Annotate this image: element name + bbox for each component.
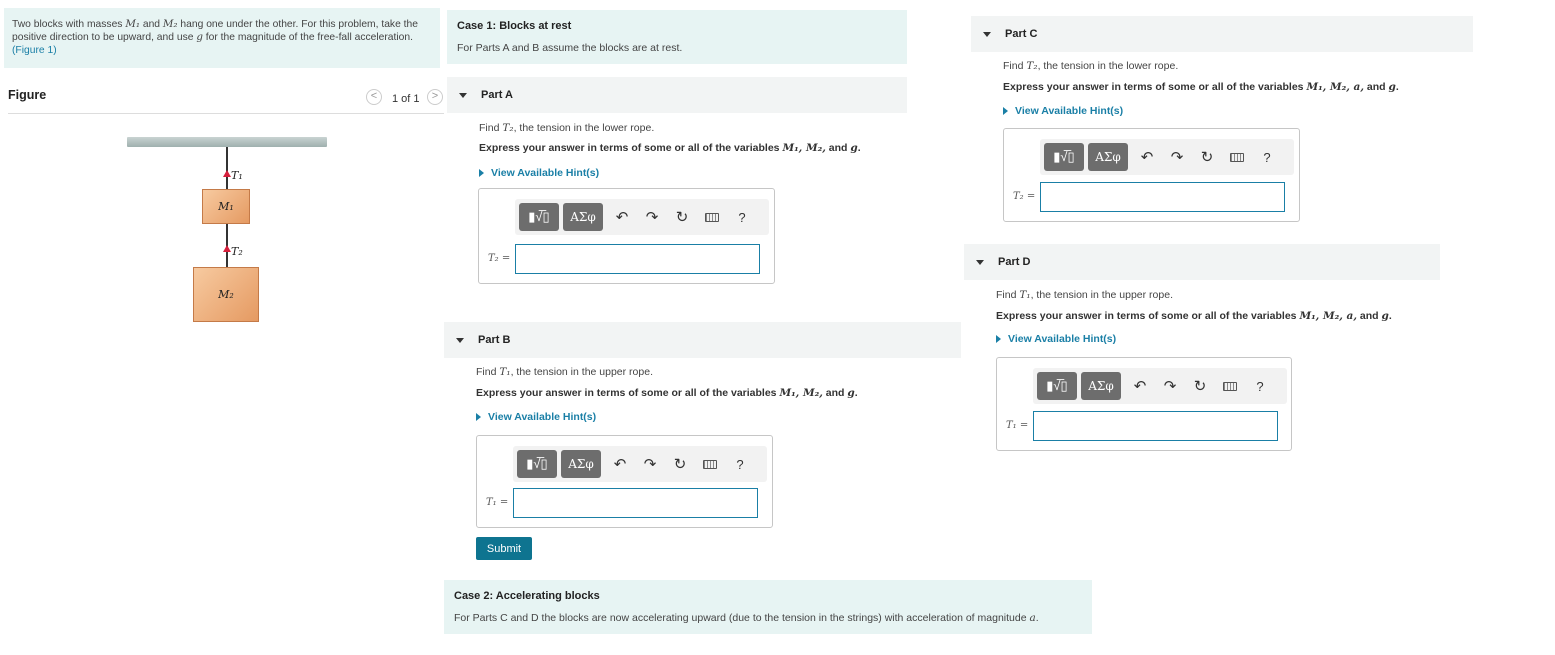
help-icon[interactable]: ? [1252,143,1282,171]
part-a-question: Find T₂, the tension in the lower rope. [479,122,655,134]
problem-line-2: positive direction to be upward, and use… [12,31,413,43]
part-d-eq-label: T₁ = [1006,420,1029,431]
ceiling [127,137,327,147]
math-toolbar: ▮√̅▯ ΑΣφ ↶ ↷ ↻ ? [1040,139,1294,175]
problem-statement: Two blocks with masses M₁ and M₂ hang on… [4,8,440,68]
math-toolbar: ▮√̅▯ ΑΣφ ↶ ↷ ↻ ? [1033,368,1287,404]
collapse-icon [456,337,464,343]
math-toolbar: ▮√̅▯ ΑΣφ ↶ ↷ ↻ ? [515,199,769,235]
undo-icon[interactable]: ↶ [1125,372,1155,400]
problem-line-1: Two blocks with masses M₁ and M₂ hang on… [12,18,418,30]
part-b-instructions: Express your answer in terms of some or … [476,387,858,399]
case2-box: Case 2: Accelerating blocks For Parts C … [444,580,1092,634]
figure-divider [8,113,444,114]
part-d-hint-link[interactable]: View Available Hint(s) [996,333,1116,345]
redo-icon[interactable]: ↷ [1155,372,1185,400]
help-icon[interactable]: ? [727,203,757,231]
part-d-answer-box: ▮√̅▯ ΑΣφ ↶ ↷ ↻ ? T₁ = [996,357,1292,451]
redo-icon[interactable]: ↷ [637,203,667,231]
collapse-icon [983,31,991,37]
undo-icon[interactable]: ↶ [607,203,637,231]
templates-button[interactable]: ▮√̅▯ [517,450,557,478]
upper-rope [226,147,228,189]
tension-arrow-t1 [223,170,231,177]
part-a-answer-input[interactable] [515,244,760,274]
part-c-answer-box: ▮√̅▯ ΑΣφ ↶ ↷ ↻ ? T₂ = [1003,128,1300,222]
part-a-hint-link[interactable]: View Available Hint(s) [479,167,599,179]
collapse-icon [459,92,467,98]
symbols-button[interactable]: ΑΣφ [1081,372,1121,400]
part-a-eq-label: T₂ = [488,253,511,264]
part-c-question: Find T₂, the tension in the lower rope. [1003,60,1179,72]
part-c-hint-link[interactable]: View Available Hint(s) [1003,105,1123,117]
part-c-header[interactable]: Part C [971,16,1473,52]
symbols-button[interactable]: ΑΣφ [563,203,603,231]
reset-icon[interactable]: ↻ [1192,143,1222,171]
part-b-answer-input[interactable] [513,488,758,518]
expand-icon [996,335,1001,343]
reset-icon[interactable]: ↻ [1185,372,1215,400]
t1-label: T₁ [231,169,243,182]
case1-title: Case 1: Blocks at rest [457,20,572,32]
block-m1: M₁ [202,189,250,224]
block-m2: M₂ [193,267,259,322]
t2-label: T₂ [231,245,243,258]
help-icon[interactable]: ? [1245,372,1275,400]
collapse-icon [976,259,984,265]
part-d-question: Find T₁, the tension in the upper rope. [996,289,1173,301]
reset-icon[interactable]: ↻ [667,203,697,231]
part-c-eq-label: T₂ = [1013,191,1036,202]
submit-button[interactable]: Submit [476,537,532,560]
case2-title: Case 2: Accelerating blocks [454,590,600,602]
expand-icon [1003,107,1008,115]
figure-title: Figure [8,88,47,102]
expand-icon [479,169,484,177]
part-b-hint-link[interactable]: View Available Hint(s) [476,411,596,423]
part-b-question: Find T₁, the tension in the upper rope. [476,366,653,378]
keyboard-icon[interactable] [1215,372,1245,400]
redo-icon[interactable]: ↷ [1162,143,1192,171]
part-d-answer-input[interactable] [1033,411,1278,441]
part-d-instructions: Express your answer in terms of some or … [996,310,1392,322]
math-toolbar: ▮√̅▯ ΑΣφ ↶ ↷ ↻ ? [513,446,767,482]
reset-icon[interactable]: ↻ [665,450,695,478]
part-b-answer-box: ▮√̅▯ ΑΣφ ↶ ↷ ↻ ? T₁ = [476,435,773,528]
part-b-header[interactable]: Part B [444,322,961,358]
case1-box: Case 1: Blocks at rest For Parts A and B… [447,10,907,64]
tension-arrow-t2 [223,245,231,252]
part-d-header[interactable]: Part D [964,244,1440,280]
symbols-button[interactable]: ΑΣφ [561,450,601,478]
templates-button[interactable]: ▮√̅▯ [1037,372,1077,400]
part-c-instructions: Express your answer in terms of some or … [1003,81,1399,93]
case1-desc: For Parts A and B assume the blocks are … [457,42,683,54]
templates-button[interactable]: ▮√̅▯ [519,203,559,231]
case2-desc: For Parts C and D the blocks are now acc… [454,612,1039,624]
figure-link[interactable]: (Figure 1) [12,45,57,56]
part-a-header[interactable]: Part A [447,77,907,113]
part-a-instructions: Express your answer in terms of some or … [479,142,861,154]
part-a-answer-box: ▮√̅▯ ΑΣφ ↶ ↷ ↻ ? T₂ = [478,188,775,284]
undo-icon[interactable]: ↶ [1132,143,1162,171]
next-figure-button[interactable]: > [427,89,443,105]
figure-counter: 1 of 1 [392,93,420,105]
part-c-answer-input[interactable] [1040,182,1285,212]
redo-icon[interactable]: ↷ [635,450,665,478]
templates-button[interactable]: ▮√̅▯ [1044,143,1084,171]
prev-figure-button[interactable]: < [366,89,382,105]
expand-icon [476,413,481,421]
part-b-eq-label: T₁ = [486,497,509,508]
keyboard-icon[interactable] [697,203,727,231]
help-icon[interactable]: ? [725,450,755,478]
keyboard-icon[interactable] [1222,143,1252,171]
undo-icon[interactable]: ↶ [605,450,635,478]
keyboard-icon[interactable] [695,450,725,478]
symbols-button[interactable]: ΑΣφ [1088,143,1128,171]
